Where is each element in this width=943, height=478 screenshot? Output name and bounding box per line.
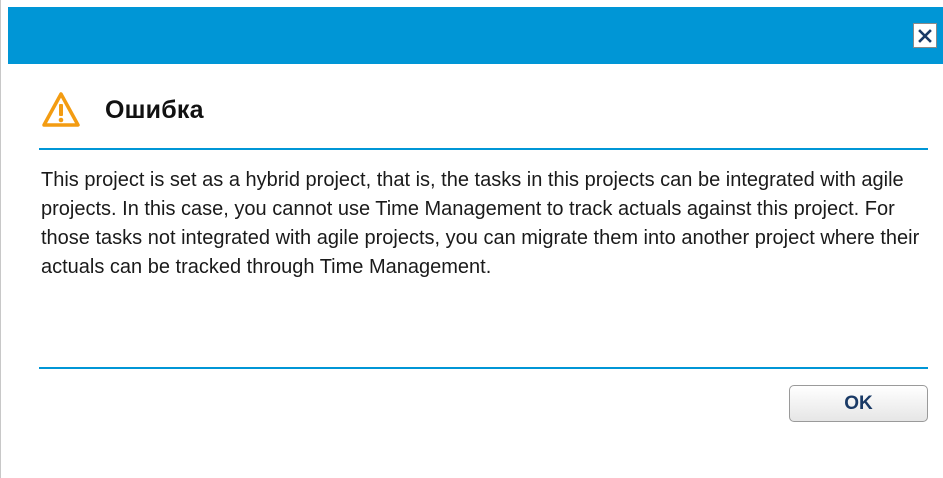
dialog-title: Ошибка: [105, 95, 204, 124]
footer-divider: [39, 367, 928, 369]
error-dialog: Ошибка This project is set as a hybrid p…: [0, 0, 943, 478]
close-icon: [918, 28, 932, 43]
ok-button[interactable]: OK: [789, 385, 928, 422]
dialog-title-bar[interactable]: [8, 7, 943, 64]
header-divider: [39, 148, 928, 150]
error-message: This project is set as a hybrid project,…: [41, 169, 920, 278]
warning-icon: [42, 92, 80, 127]
dialog-header: Ошибка: [41, 84, 204, 136]
close-button[interactable]: [913, 23, 937, 48]
